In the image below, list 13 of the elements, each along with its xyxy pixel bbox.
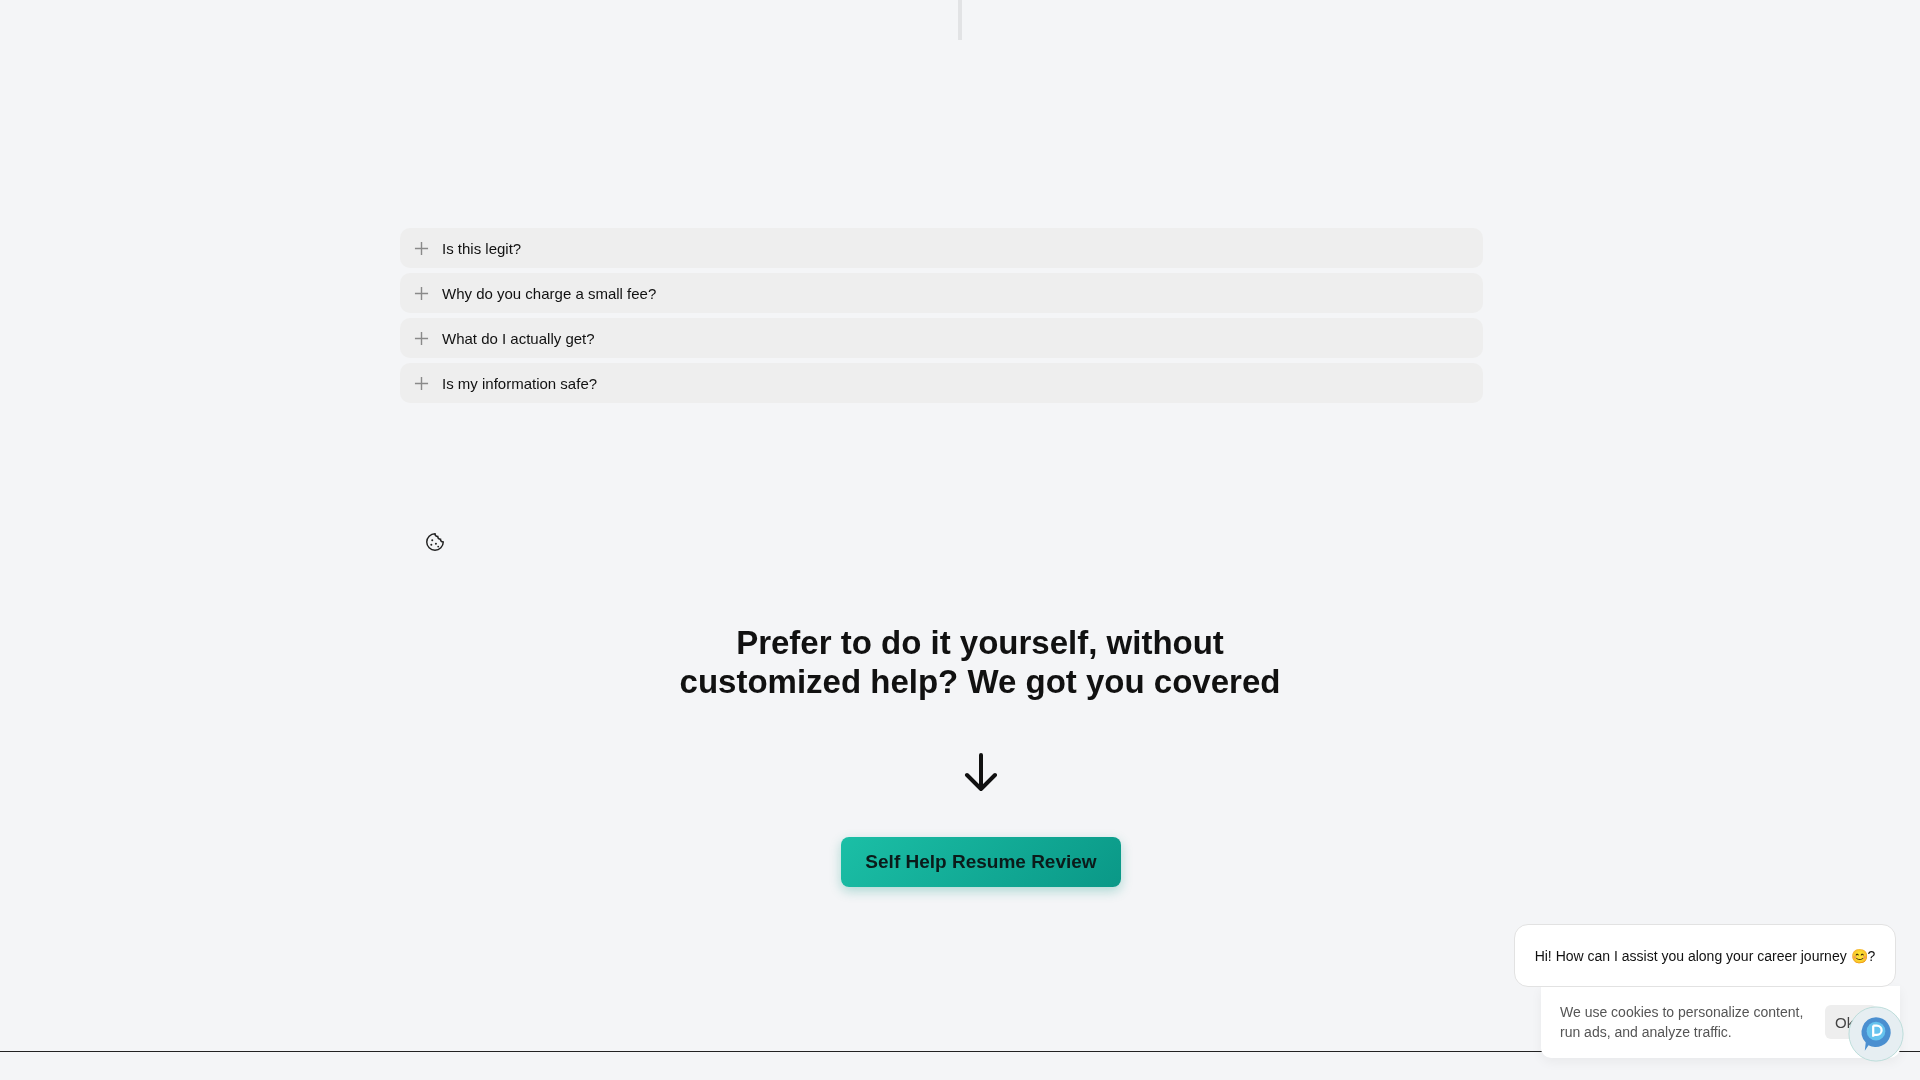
section-heading: Prefer to do it yourself, without customized help? We got you covered (678, 623, 1282, 701)
plus-icon (414, 240, 429, 256)
self-help-button[interactable]: Self Help Resume Review (841, 837, 1121, 887)
faq-item[interactable]: Why do you charge a small fee? (400, 273, 1483, 313)
plus-icon (414, 375, 429, 391)
faq-item[interactable]: Is my information safe? (400, 363, 1483, 403)
cookie-icon[interactable] (424, 531, 446, 553)
plus-icon (414, 330, 429, 346)
faq-item[interactable]: What do I actually get? (400, 318, 1483, 358)
cookie-text: We use cookies to personalize content, run ads, and analyze traffic. (1560, 1003, 1805, 1042)
chat-message: Hi! How can I assist you along your career journey 😊? (1534, 947, 1876, 964)
plus-icon (414, 285, 429, 301)
faq-item[interactable]: Is this legit? (400, 228, 1483, 268)
